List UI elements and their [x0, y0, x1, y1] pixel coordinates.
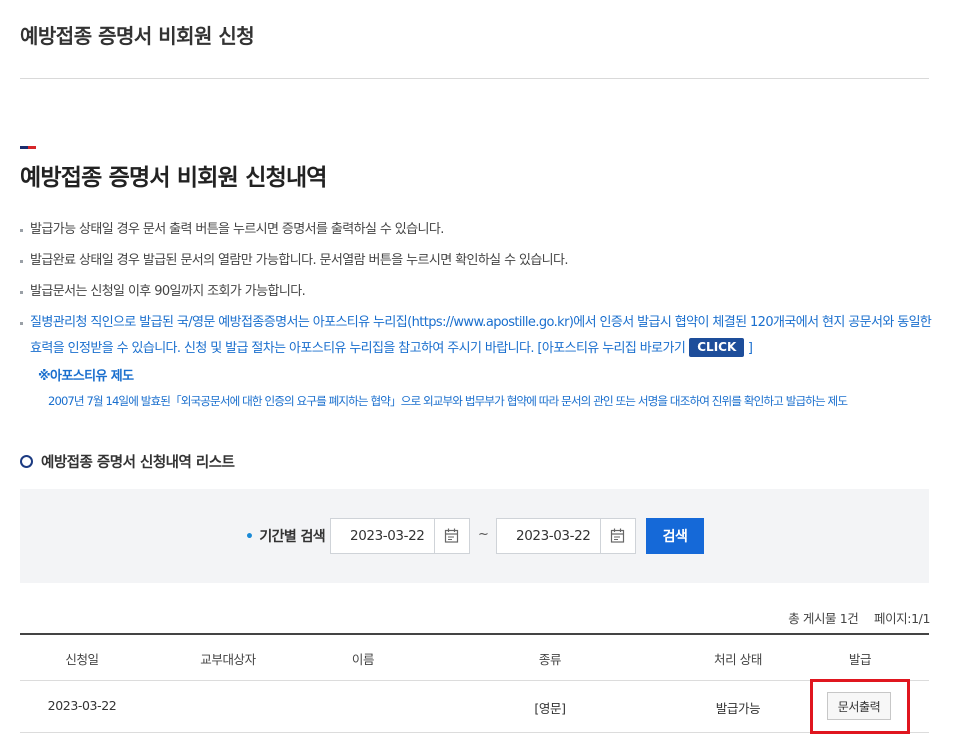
search-period-label: • 기간별 검색: [245, 526, 326, 546]
notice-view-info: 발급완료 상태일 경우 발급된 문서의 열람만 가능합니다. 문서열람 버튼을 …: [20, 248, 932, 274]
search-panel: • 기간별 검색 2023-03-22 ~ 2023-03-22 검색: [20, 489, 929, 583]
start-date-calendar-button[interactable]: [434, 519, 469, 553]
page-indicator: 페이지:1/1: [873, 611, 930, 626]
circle-bullet-icon: [20, 455, 33, 468]
apostille-close-bracket: ]: [744, 341, 753, 356]
row-status: 발급가능: [715, 701, 761, 716]
calendar-icon: [444, 528, 459, 543]
accent-red-segment: [28, 146, 36, 149]
apostille-click-button[interactable]: CLICK: [689, 338, 745, 357]
title-divider: [20, 78, 929, 79]
bullet-dot-icon: •: [245, 529, 254, 545]
search-button[interactable]: 검색: [646, 518, 704, 554]
page-title: 예방접종 증명서 비회원 신청: [20, 24, 255, 48]
end-date-field[interactable]: 2023-03-22: [496, 518, 636, 554]
row-date: 2023-03-22: [47, 698, 117, 713]
notice-apostille-info: 질병관리청 직인으로 발급된 국/영문 예방접종증명서는 아포스티유 누리집(h…: [20, 310, 932, 362]
list-title-text: 예방접종 증명서 신청내역 리스트: [41, 455, 235, 471]
table-bottom-border: [20, 732, 929, 733]
column-header-issue: 발급: [848, 652, 872, 667]
column-header-name: 이름: [351, 652, 375, 667]
column-header-type: 종류: [538, 652, 562, 667]
row-type: [영문]: [534, 701, 566, 716]
list-title: 예방접종 증명서 신청내역 리스트: [20, 451, 235, 472]
apostille-notice-text: 질병관리청 직인으로 발급된 국/영문 예방접종증명서는 아포스티유 누리집(h…: [30, 315, 932, 356]
end-date-calendar-button[interactable]: [600, 519, 635, 553]
apostille-system-title: ※아포스티유 제도: [38, 369, 134, 384]
date-range-separator: ~: [478, 527, 489, 542]
list-summary: 총 게시물 1건 페이지:1/1: [788, 608, 930, 627]
highlight-box: [810, 679, 910, 734]
accent-blue-segment: [20, 146, 28, 149]
notice-period-info: 발급문서는 신청일 이후 90일까지 조회가 가능합니다.: [20, 279, 932, 305]
total-count: 총 게시물 1건: [788, 611, 859, 626]
notice-print-info: 발급가능 상태일 경우 문서 출력 버튼을 누르시면 증명서를 출력하실 수 있…: [20, 217, 932, 243]
start-date-field[interactable]: 2023-03-22: [330, 518, 470, 554]
column-header-date: 신청일: [65, 652, 99, 667]
end-date-value[interactable]: 2023-03-22: [516, 528, 591, 544]
column-header-status: 처리 상태: [714, 652, 762, 667]
apostille-system-description: 2007년 7월 14일에 발효된「외국공문서에 대한 인증의 요구를 폐지하는…: [48, 394, 848, 408]
column-header-recipient: 교부대상자: [200, 652, 256, 667]
start-date-value[interactable]: 2023-03-22: [350, 528, 425, 544]
calendar-icon: [610, 528, 625, 543]
section-accent-mark: [20, 146, 36, 149]
header-divider: [20, 680, 929, 681]
table-top-border: [20, 633, 929, 635]
section-title: 예방접종 증명서 비회원 신청내역: [20, 165, 327, 191]
search-period-label-text: 기간별 검색: [259, 529, 326, 545]
